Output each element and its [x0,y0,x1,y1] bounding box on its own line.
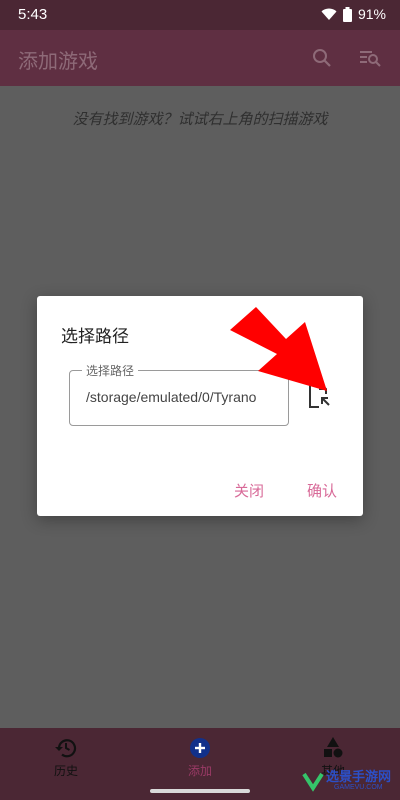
status-bar: 5:43 91% [0,0,400,30]
path-field[interactable]: 选择路径 /storage/emulated/0/Tyrano [69,362,289,426]
watermark-text: 选景手游网 [326,770,392,785]
empty-message: 没有找到游戏？试试右上角的扫描游戏 [72,110,328,128]
page-title: 添加游戏 [18,49,98,73]
file-picker-icon[interactable] [307,382,331,408]
nav-label-add: 添加 [187,764,212,778]
path-field-label: 选择路径 [82,362,139,379]
app-bar: 添加游戏 [0,30,400,86]
confirm-button[interactable]: 确认 [307,480,337,501]
watermark: 选景手游网 GAMEVU.COM [302,764,398,798]
status-time: 5:43 [18,6,48,23]
nav-item-history[interactable]: 历史 [26,736,106,779]
path-input[interactable]: /storage/emulated/0/Tyrano [86,389,286,405]
nav-item-add[interactable]: 添加 [160,736,240,779]
watermark-logo-icon [302,772,324,792]
status-icons: 91% [321,6,386,22]
watermark-subtext: GAMEVU.COM [334,784,383,791]
dialog-title: 选择路径 [61,327,129,347]
close-button[interactable]: 关闭 [234,480,264,501]
wifi-icon [321,8,337,20]
gesture-handle [150,789,250,793]
select-path-dialog: 选择路径 选择路径 /storage/emulated/0/Tyrano 关闭 … [37,296,363,516]
search-icon[interactable] [310,46,334,70]
scan-games-icon[interactable] [358,46,382,70]
history-icon [55,739,77,758]
battery-icon [342,6,352,22]
nav-label-history: 历史 [53,764,78,778]
add-circle-icon [190,738,210,758]
shapes-icon [324,737,343,758]
battery-level: 91% [357,6,386,22]
